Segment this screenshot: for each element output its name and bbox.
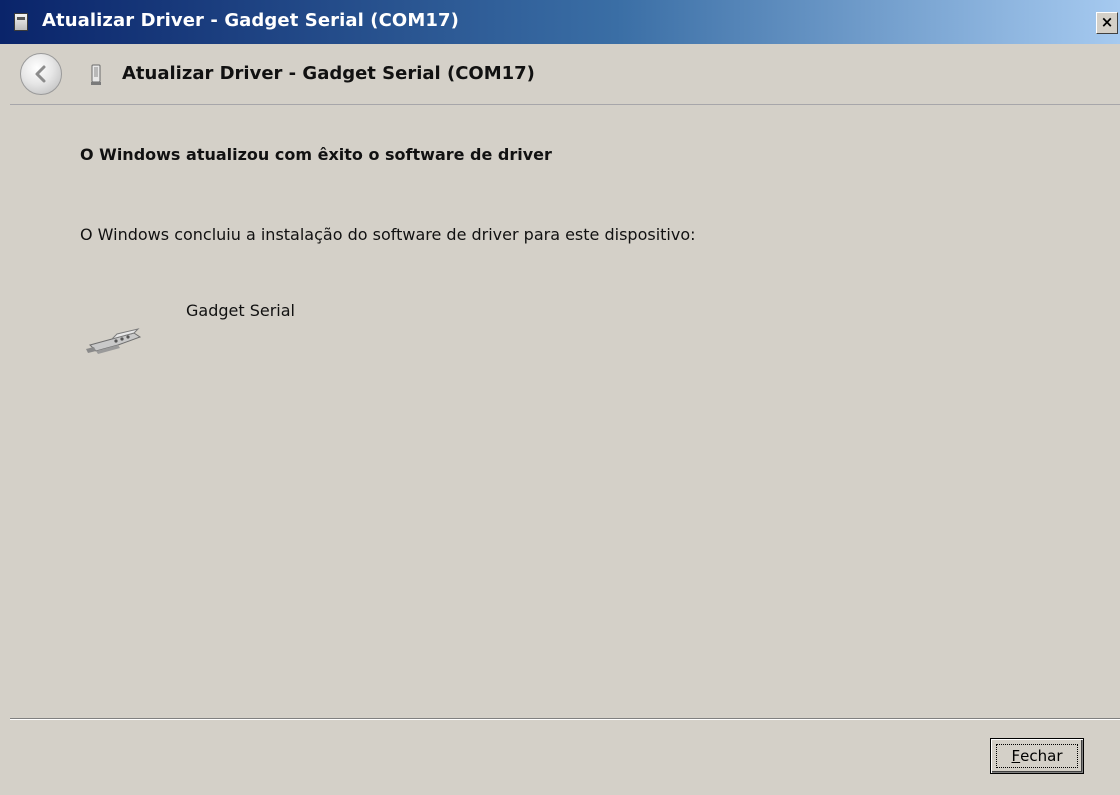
install-message: O Windows concluiu a instalação do softw…	[80, 225, 696, 244]
wizard-header: Atualizar Driver - Gadget Serial (COM17)	[0, 44, 1120, 104]
close-button-label: echar	[1020, 747, 1063, 765]
success-heading: O Windows atualizou com êxito o software…	[80, 145, 552, 164]
window-close-button[interactable]: ×	[1096, 12, 1118, 34]
wizard-title: Atualizar Driver - Gadget Serial (COM17)	[122, 63, 535, 84]
content-panel: O Windows atualizou com êxito o software…	[10, 104, 1120, 718]
window-title: Atualizar Driver - Gadget Serial (COM17)	[42, 10, 459, 31]
device-name: Gadget Serial	[186, 301, 295, 320]
back-arrow-icon	[35, 65, 46, 83]
back-button[interactable]	[20, 53, 62, 95]
dialog-footer: Fechar	[0, 720, 1120, 795]
title-bar[interactable]: Atualizar Driver - Gadget Serial (COM17)…	[0, 0, 1120, 44]
device-manager-icon	[14, 13, 28, 31]
close-icon: ×	[1100, 13, 1114, 31]
close-button-mnemonic: F	[1011, 747, 1021, 765]
close-dialog-button[interactable]: Fechar	[990, 738, 1084, 774]
focus-ring: Fechar	[996, 744, 1078, 768]
device-icon	[91, 64, 101, 85]
serial-connector-icon	[86, 328, 142, 354]
update-driver-window: Atualizar Driver - Gadget Serial (COM17)…	[0, 0, 1120, 795]
